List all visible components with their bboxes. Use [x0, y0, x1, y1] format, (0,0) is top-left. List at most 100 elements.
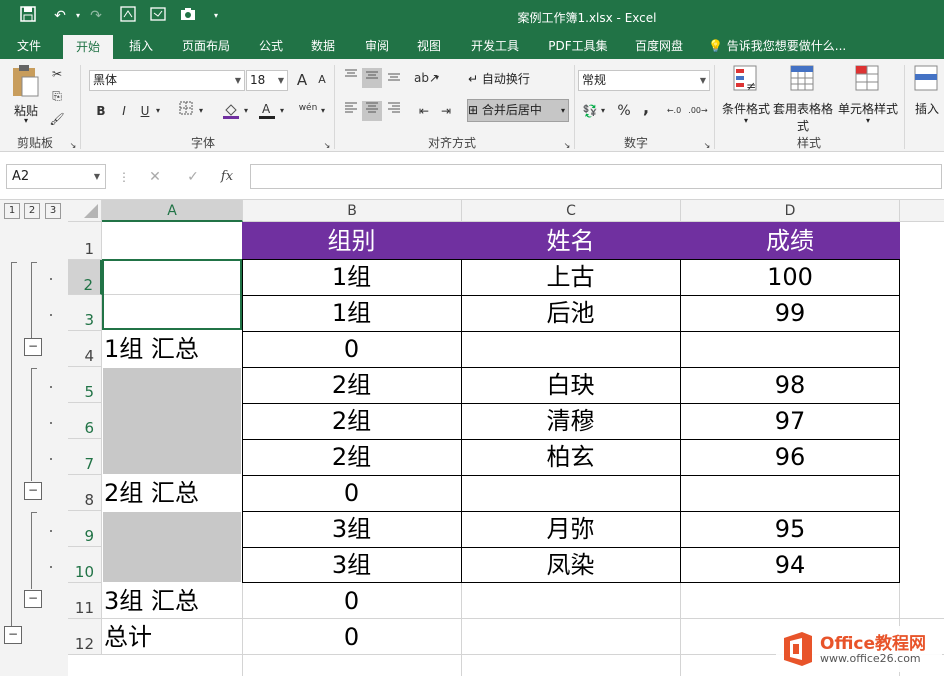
orientation-dropdown-icon[interactable]: ▾ [432, 68, 442, 88]
column-header-e[interactable] [900, 200, 944, 222]
comma-button[interactable]: , [636, 98, 656, 118]
tab-view[interactable]: 视图 [406, 33, 452, 59]
tab-insert[interactable]: 插入 [118, 33, 164, 59]
tab-page-layout[interactable]: 页面布局 [174, 33, 238, 59]
table-cell[interactable]: 98 [680, 368, 900, 403]
header-cell-name[interactable]: 姓名 [461, 222, 680, 260]
merge-center-button[interactable]: ⊞ 合并后居中 ▾ [467, 99, 569, 122]
decrease-decimal-icon[interactable]: .00→ [688, 101, 708, 121]
tab-home[interactable]: 开始 [63, 35, 113, 59]
grow-font-icon[interactable]: A [292, 70, 312, 90]
selected-blank-cells[interactable] [103, 368, 241, 474]
table-cell[interactable]: 清穆 [461, 404, 680, 439]
table-cell[interactable]: 3组 [242, 548, 461, 583]
underline-dropdown-icon[interactable]: ▾ [153, 101, 163, 121]
table-cell[interactable]: 99 [680, 296, 900, 331]
table-cell[interactable]: 2组 [242, 404, 461, 439]
font-name-combo[interactable]: 黑体 ▼ [89, 70, 245, 91]
cancel-icon[interactable]: ✕ [144, 168, 166, 186]
table-cell[interactable]: 0 [242, 476, 461, 511]
font-color-dropdown-icon[interactable]: ▾ [277, 101, 287, 121]
collapse-group-button[interactable]: − [24, 338, 42, 356]
table-cell[interactable]: 凤染 [461, 548, 680, 583]
row-header[interactable]: 1 [68, 222, 102, 260]
tab-data[interactable]: 数据 [300, 33, 346, 59]
table-cell[interactable]: 97 [680, 404, 900, 439]
cell-styles-button[interactable]: 单元格样式 ▾ [834, 63, 900, 129]
column-header-c[interactable]: C [462, 200, 681, 222]
orientation-icon[interactable]: ab↗ [414, 68, 439, 88]
outline-level-button[interactable]: 2 [24, 203, 40, 219]
table-cell[interactable]: 2组 [242, 440, 461, 475]
cut-icon[interactable]: ✂ [47, 64, 67, 84]
table-cell[interactable]: 95 [680, 512, 900, 547]
wrap-text-button[interactable]: ↵ 自动换行 [467, 69, 547, 90]
table-cell[interactable]: 100 [680, 260, 900, 295]
enter-icon[interactable]: ✓ [182, 168, 204, 186]
table-cell[interactable]: 月弥 [461, 512, 680, 547]
row-header[interactable]: 4 [68, 331, 102, 367]
tab-pdf-tools[interactable]: PDF工具集 [542, 33, 614, 59]
table-cell[interactable]: 94 [680, 548, 900, 583]
row-header[interactable]: 6 [68, 403, 102, 439]
font-color-icon[interactable]: A [257, 101, 277, 121]
table-cell[interactable]: 2组 [242, 368, 461, 403]
decrease-indent-icon[interactable]: ⇤ [414, 101, 434, 121]
row-header[interactable]: 9 [68, 511, 102, 547]
outline-level-button[interactable]: 1 [4, 203, 20, 219]
collapse-group-button[interactable]: − [24, 482, 42, 500]
column-header-b[interactable]: B [243, 200, 462, 222]
underline-button[interactable]: U [135, 101, 155, 121]
shrink-font-icon[interactable]: A [312, 70, 332, 90]
tell-me-box[interactable]: 💡 告诉我您想要做什么... [708, 33, 858, 59]
select-all-corner[interactable] [68, 200, 102, 222]
bottom-align-icon[interactable] [384, 68, 404, 88]
bold-button[interactable]: B [91, 101, 111, 121]
fill-color-icon[interactable] [221, 101, 241, 121]
table-cell[interactable]: 0 [242, 584, 461, 619]
selected-blank-cells[interactable] [103, 512, 241, 582]
table-cell[interactable]: 后池 [461, 296, 680, 331]
tab-developer[interactable]: 开发工具 [462, 33, 528, 59]
formula-input[interactable] [250, 164, 942, 189]
italic-button[interactable]: I [114, 101, 134, 121]
row-header[interactable]: 12 [68, 619, 102, 655]
conditional-formatting-button[interactable]: ≠ 条件格式 ▾ [718, 63, 772, 129]
top-align-icon[interactable] [341, 68, 361, 88]
increase-indent-icon[interactable]: ⇥ [436, 101, 456, 121]
collapse-group-button[interactable]: − [4, 626, 22, 644]
percent-button[interactable]: % [614, 101, 634, 121]
row-header[interactable]: 5 [68, 367, 102, 403]
name-box[interactable]: A2 ▼ [6, 164, 106, 189]
borders-dropdown-icon[interactable]: ▾ [196, 101, 206, 121]
tab-review[interactable]: 审阅 [354, 33, 400, 59]
column-header-a[interactable]: A [102, 200, 243, 222]
table-cell[interactable]: 3组 [242, 512, 461, 547]
row-header[interactable]: 8 [68, 475, 102, 511]
tab-baidu-netdisk[interactable]: 百度网盘 [626, 33, 692, 59]
table-cell[interactable]: 柏玄 [461, 440, 680, 475]
row-header[interactable]: 3 [68, 295, 102, 331]
insert-cells-button[interactable]: 插入 [908, 63, 944, 129]
insert-function-icon[interactable]: fx [216, 168, 238, 186]
header-cell-score[interactable]: 成绩 [680, 222, 900, 260]
row-header[interactable]: 10 [68, 547, 102, 583]
increase-decimal-icon[interactable]: ←.0 [664, 101, 684, 121]
table-cell[interactable]: 1组 [242, 296, 461, 331]
font-size-combo[interactable]: 18 ▼ [246, 70, 288, 91]
copy-icon[interactable]: ⎘ [47, 86, 67, 106]
table-cell[interactable]: 0 [242, 620, 461, 655]
outline-level-button[interactable]: 3 [45, 203, 61, 219]
paste-button[interactable]: 粘贴 ▾ [6, 63, 44, 127]
phonetic-icon[interactable]: wén [298, 98, 318, 118]
fill-color-dropdown-icon[interactable]: ▾ [241, 101, 251, 121]
borders-icon[interactable] [176, 101, 196, 121]
number-format-combo[interactable]: 常规 ▼ [578, 70, 710, 91]
phonetic-dropdown-icon[interactable]: ▾ [318, 101, 328, 121]
align-center-icon[interactable] [362, 101, 382, 121]
tab-formulas[interactable]: 公式 [248, 33, 294, 59]
table-cell[interactable]: 1组 [242, 260, 461, 295]
format-as-table-button[interactable]: 套用表格格式 [772, 63, 833, 133]
row-header[interactable]: 11 [68, 583, 102, 619]
row-header[interactable]: 2 [68, 260, 102, 295]
